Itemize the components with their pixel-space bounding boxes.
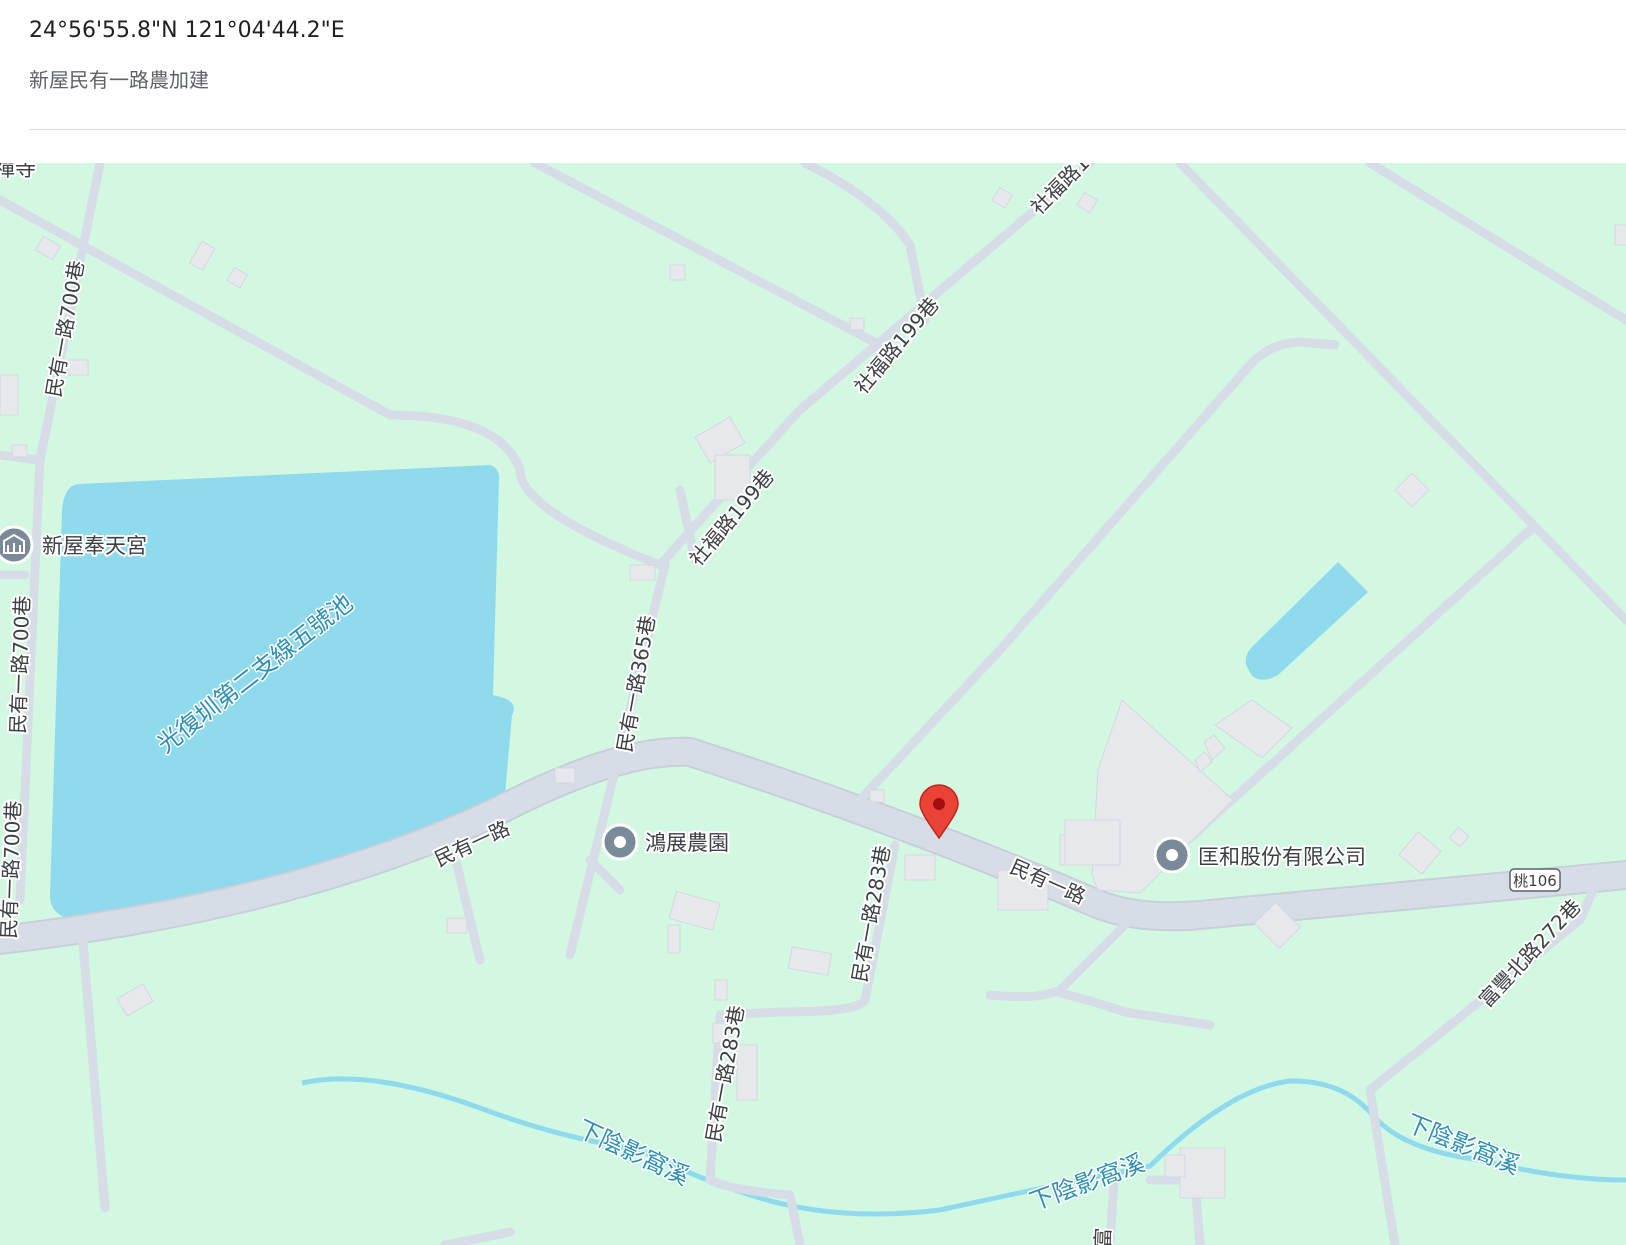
poi-label-temple-partial: 禪寺 (0, 163, 36, 181)
place-marker-icon[interactable] (601, 823, 639, 861)
coordinates-text: 24°56'55.8"N 121°04'44.2"E (29, 18, 345, 43)
route-badge: 桃106 (1509, 868, 1561, 892)
road-label-bottom-partial: 富 (1091, 1227, 1116, 1245)
route-badge-label: 桃106 (1513, 872, 1557, 890)
road-label-lane-700-b: 民有一路700巷 (6, 595, 35, 734)
place-marker-icon[interactable] (1153, 836, 1191, 874)
map-view[interactable]: 民有一路 民有一路 民有一路365巷 民有一路283巷 民有一路283巷 民有一… (0, 163, 1626, 1245)
map-canvas[interactable]: 民有一路 民有一路 民有一路365巷 民有一路283巷 民有一路283巷 民有一… (0, 163, 1626, 1245)
place-name: 新屋民有一路農加建 (29, 68, 209, 92)
place-header: 24°56'55.8"N 121°04'44.2"E 新屋民有一路農加建 (0, 0, 1626, 163)
temple-icon[interactable] (0, 525, 34, 565)
poi-label-company[interactable]: 匡和股份有限公司 (1196, 843, 1368, 871)
header-divider (29, 129, 1626, 130)
poi-label-temple[interactable]: 新屋奉天宮 (40, 532, 149, 560)
poi-label-farm[interactable]: 鴻展農園 (643, 829, 731, 857)
